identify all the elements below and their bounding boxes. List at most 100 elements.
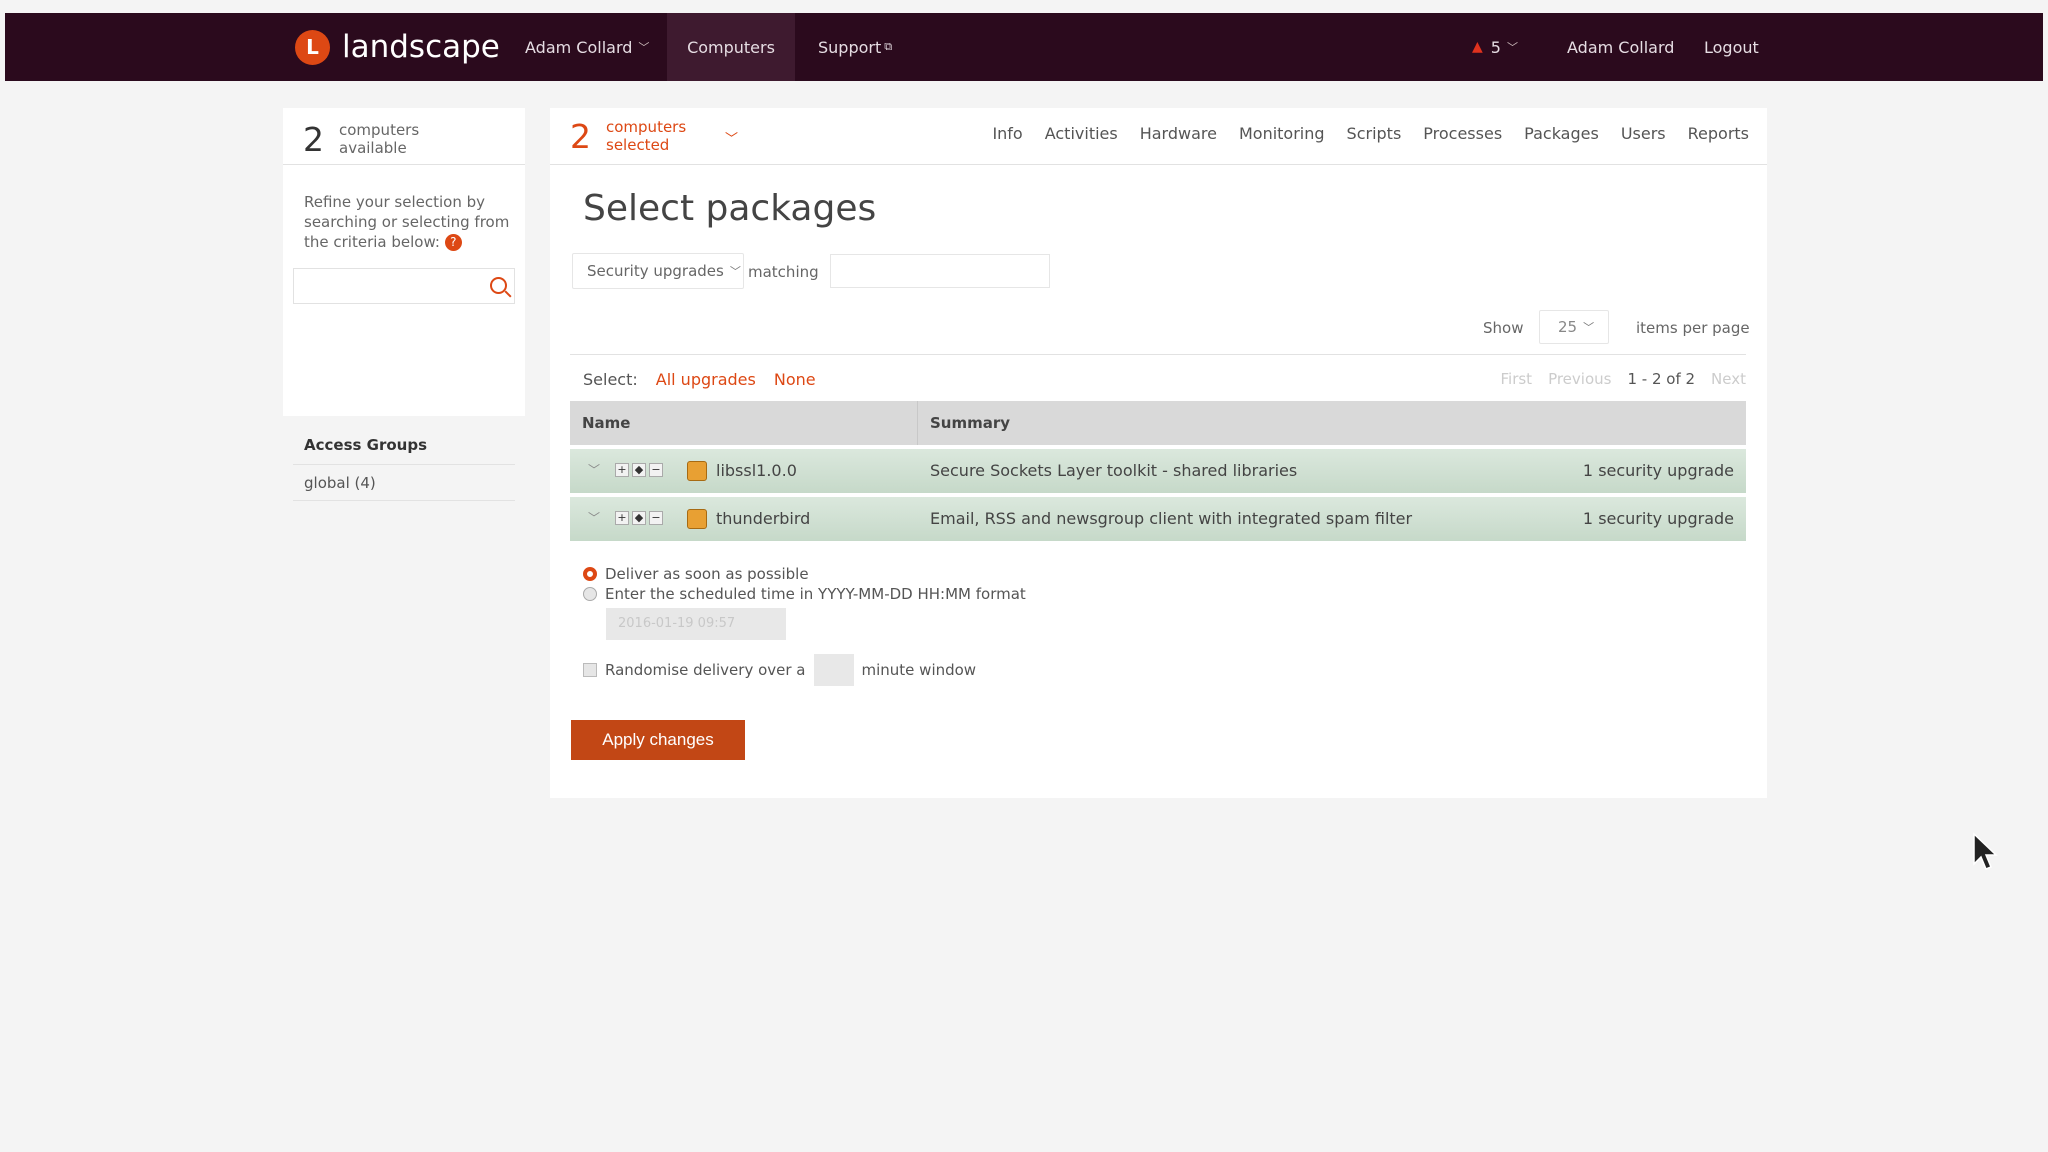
- row-action-controls: + ◆ −: [615, 463, 663, 477]
- matching-input[interactable]: [830, 254, 1050, 288]
- deliver-asap-radio[interactable]: [583, 567, 597, 581]
- select-none-link[interactable]: None: [774, 370, 816, 389]
- delivery-options: Deliver as soon as possible Enter the sc…: [583, 564, 1026, 604]
- alerts-menu[interactable]: ▲ 5 ﹀: [1452, 13, 1538, 81]
- divider: [570, 354, 1746, 355]
- refine-text: Refine your selection by searching or se…: [304, 193, 510, 251]
- package-icon: [687, 461, 707, 481]
- package-filter-select[interactable]: Security upgrades ﹀: [572, 253, 744, 289]
- scheduled-time-option[interactable]: Enter the scheduled time in YYYY-MM-DD H…: [583, 584, 1026, 604]
- refine-instructions: Refine your selection by searching or se…: [304, 192, 514, 252]
- package-upgrade-count: 1 security upgrade: [1582, 509, 1734, 528]
- pagination: First Previous 1 - 2 of 2 Next: [1500, 370, 1746, 388]
- package-name[interactable]: libssl1.0.0: [716, 461, 797, 480]
- hold-toggle-icon[interactable]: ◆: [632, 463, 646, 477]
- computers-available: 2 computers available: [303, 116, 419, 162]
- remove-toggle-icon[interactable]: −: [649, 463, 663, 477]
- search-icon[interactable]: [490, 277, 507, 294]
- filter-value: Security upgrades: [587, 262, 724, 280]
- nav-support-label: Support: [818, 37, 882, 57]
- randomise-window-input[interactable]: [813, 654, 854, 686]
- pager-next[interactable]: Next: [1711, 370, 1746, 388]
- selected-label-line2: selected: [606, 136, 670, 154]
- scheduled-time-input[interactable]: 2016-01-19 09:57: [606, 608, 786, 640]
- search-input[interactable]: [293, 268, 515, 304]
- subnav-monitoring[interactable]: Monitoring: [1239, 124, 1325, 143]
- computers-selected[interactable]: 2 computers selected: [570, 112, 686, 160]
- select-label: Select:: [583, 370, 638, 389]
- top-navigation-bar: L landscape Adam Collard ﹀ Computers Sup…: [5, 13, 2043, 81]
- table-row[interactable]: ﹀ + ◆ − libssl1.0.0 Secure Sockets Layer…: [570, 449, 1746, 493]
- subnav-activities[interactable]: Activities: [1045, 124, 1118, 143]
- nav-support[interactable]: Support ⧉: [798, 13, 912, 81]
- package-name[interactable]: thunderbird: [716, 509, 810, 528]
- divider: [550, 164, 1767, 165]
- selected-label: computers selected: [606, 118, 686, 154]
- nav-computers[interactable]: Computers: [667, 13, 795, 81]
- column-header-summary: Summary: [930, 414, 1011, 432]
- pager-first[interactable]: First: [1500, 370, 1532, 388]
- access-group-global[interactable]: global (4): [304, 474, 376, 492]
- pager-previous[interactable]: Previous: [1548, 370, 1611, 388]
- computer-subnav: Info Activities Hardware Monitoring Scri…: [992, 124, 1749, 143]
- expand-chevron-icon[interactable]: ﹀: [588, 461, 600, 478]
- deliver-asap-label: Deliver as soon as possible: [605, 565, 809, 583]
- selected-count: 2: [570, 116, 591, 156]
- randomise-delivery-row: Randomise delivery over a minute window: [583, 654, 976, 686]
- remove-toggle-icon[interactable]: −: [649, 511, 663, 525]
- table-row[interactable]: ﹀ + ◆ − thunderbird Email, RSS and newsg…: [570, 497, 1746, 541]
- chevron-down-icon: ﹀: [1583, 321, 1595, 334]
- package-summary: Email, RSS and newsgroup client with int…: [930, 509, 1413, 528]
- pager-range: 1 - 2 of 2: [1627, 370, 1696, 388]
- scheduled-time-label: Enter the scheduled time in YYYY-MM-DD H…: [605, 585, 1026, 603]
- page-title: Select packages: [583, 188, 877, 229]
- user-name-link[interactable]: Adam Collard: [1547, 13, 1694, 81]
- apply-changes-button[interactable]: Apply changes: [571, 720, 745, 760]
- selection-sidebar: 2 computers available Refine your select…: [283, 108, 525, 501]
- chevron-down-icon[interactable]: ﹀: [725, 128, 738, 147]
- subnav-processes[interactable]: Processes: [1423, 124, 1502, 143]
- install-toggle-icon[interactable]: +: [615, 463, 629, 477]
- matching-label: matching: [748, 263, 819, 281]
- user-name: Adam Collard: [1567, 37, 1675, 57]
- logout-link[interactable]: Logout: [1684, 13, 1779, 81]
- row-action-controls: + ◆ −: [615, 511, 663, 525]
- per-page-value: 25: [1558, 318, 1578, 336]
- subnav-info[interactable]: Info: [992, 124, 1022, 143]
- divider: [293, 500, 515, 501]
- subnav-scripts[interactable]: Scripts: [1347, 124, 1402, 143]
- column-header-name: Name: [582, 414, 631, 432]
- package-summary: Secure Sockets Layer toolkit - shared li…: [930, 461, 1298, 480]
- landscape-logo[interactable]: L landscape: [295, 28, 500, 66]
- account-menu[interactable]: Adam Collard ﹀: [505, 13, 669, 81]
- alert-count: 5: [1490, 37, 1501, 57]
- help-icon[interactable]: ?: [444, 234, 462, 251]
- items-per-page-label: items per page: [1636, 319, 1750, 337]
- package-icon: [687, 509, 707, 529]
- divider: [293, 464, 515, 465]
- logout-label: Logout: [1704, 37, 1759, 57]
- warning-triangle-icon: ▲: [1472, 39, 1483, 55]
- subnav-users[interactable]: Users: [1621, 124, 1666, 143]
- randomise-delivery-checkbox[interactable]: [583, 663, 597, 677]
- subnav-hardware[interactable]: Hardware: [1140, 124, 1217, 143]
- divider: [283, 164, 525, 165]
- available-label-line1: computers: [339, 121, 420, 139]
- install-toggle-icon[interactable]: +: [615, 511, 629, 525]
- main-panel: 2 computers selected ﹀ Info Activities H…: [550, 108, 1767, 798]
- scheduled-time-radio[interactable]: [583, 587, 597, 601]
- subnav-reports[interactable]: Reports: [1688, 124, 1749, 143]
- hold-toggle-icon[interactable]: ◆: [632, 511, 646, 525]
- expand-chevron-icon[interactable]: ﹀: [588, 509, 600, 526]
- available-count: 2: [303, 119, 324, 159]
- nav-computers-label: Computers: [687, 37, 775, 57]
- deliver-asap-option[interactable]: Deliver as soon as possible: [583, 564, 1026, 584]
- package-upgrade-count: 1 security upgrade: [1582, 461, 1734, 480]
- table-header: Name Summary: [570, 401, 1746, 445]
- packages-table: Name Summary ﹀ + ◆ − libssl1.0.0 Secure …: [570, 401, 1746, 541]
- items-per-page-select[interactable]: 25 ﹀: [1539, 310, 1609, 344]
- available-label-line2: available: [339, 139, 407, 157]
- logo-text: landscape: [342, 29, 500, 65]
- subnav-packages[interactable]: Packages: [1524, 124, 1599, 143]
- select-all-upgrades-link[interactable]: All upgrades: [656, 370, 756, 389]
